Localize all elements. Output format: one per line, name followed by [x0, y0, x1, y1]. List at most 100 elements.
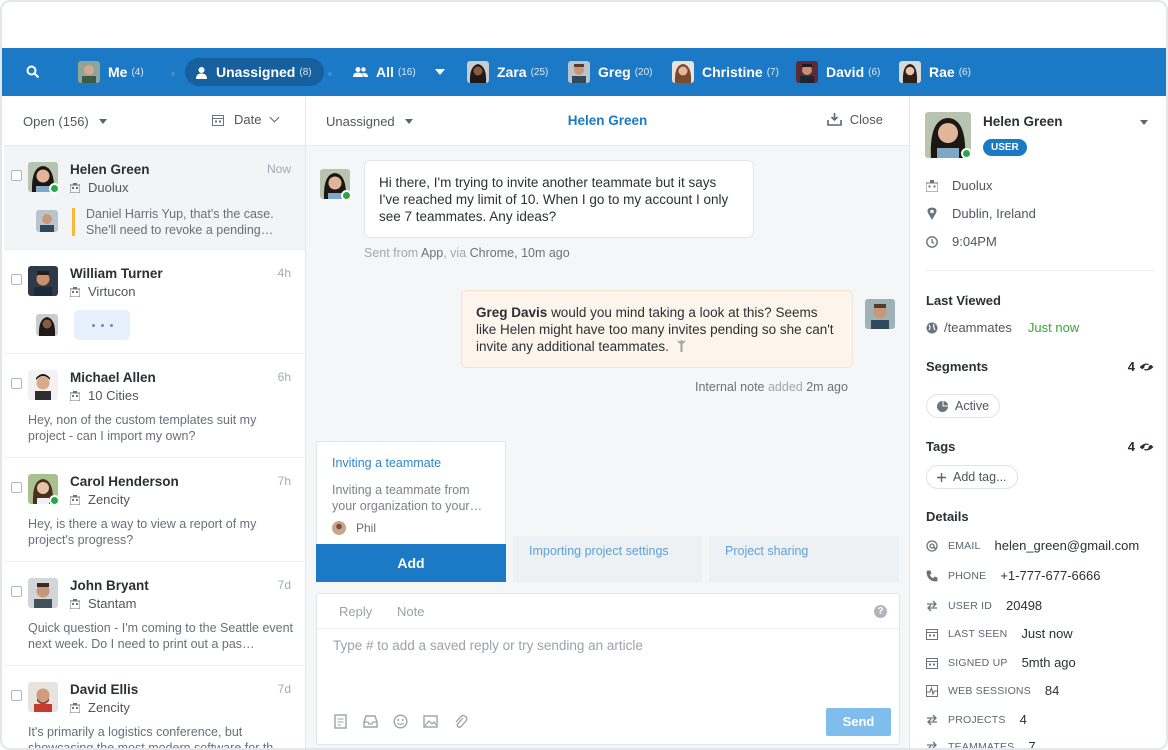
tab-note[interactable]: Note	[397, 604, 424, 619]
select-checkbox[interactable]	[11, 482, 22, 493]
select-checkbox[interactable]	[11, 274, 22, 285]
detail-value: 4	[1019, 712, 1027, 727]
building-icon	[926, 179, 938, 192]
globe-icon	[926, 322, 938, 333]
suggestion-body: Inviting a teammate from your organizati…	[332, 483, 483, 513]
user-profile-panel: Helen Green USER Duolux Dublin, Ireland …	[909, 96, 1166, 748]
segments-heading: Segments	[926, 359, 989, 374]
select-checkbox[interactable]	[11, 378, 22, 389]
tab-reply[interactable]: Reply	[339, 604, 372, 619]
nav-label: Me	[108, 64, 128, 80]
conversation-title[interactable]: Helen Green	[306, 113, 909, 128]
building-icon	[70, 286, 80, 297]
conversation-header: Unassigned Helen Green Close	[306, 96, 909, 146]
inbox-icon[interactable]	[363, 714, 378, 729]
reply-composer: Reply Note ? Send	[316, 593, 900, 745]
nav-unassigned[interactable]: Unassigned (8)	[185, 58, 324, 86]
divider	[926, 270, 1154, 271]
tags-count[interactable]: 4	[1128, 439, 1154, 454]
suggestion-title: Inviting a teammate	[332, 456, 442, 470]
nav-greg[interactable]: Greg (20)	[568, 58, 652, 86]
add-tag-button[interactable]: Add tag...	[926, 465, 1018, 489]
location-text: Dublin, Ireland	[952, 206, 1036, 221]
emoji-icon[interactable]	[393, 714, 408, 729]
conversation-item[interactable]: Carol Henderson 7h Zencity Hey, is there…	[4, 458, 305, 562]
swap-icon	[927, 741, 937, 748]
plus-icon	[937, 472, 946, 482]
send-button[interactable]: Send	[826, 708, 891, 736]
chevron-down-icon	[270, 112, 280, 123]
phone-icon	[926, 570, 938, 581]
segments-count[interactable]: 4	[1128, 359, 1154, 374]
search-icon[interactable]	[26, 65, 40, 79]
online-indicator	[961, 148, 972, 159]
article-suggestion-card[interactable]: Project sharing	[709, 536, 899, 582]
nav-all[interactable]: All (16)	[353, 58, 445, 86]
building-icon	[70, 182, 80, 193]
detail-label: WEB SESSIONS	[948, 684, 1031, 697]
company-name: 10 Cities	[88, 388, 139, 403]
last-viewed-page[interactable]: /teammates	[944, 320, 1012, 335]
conversation-item[interactable]: William Turner 4h Virtucon	[4, 250, 305, 354]
sort-dropdown[interactable]: Date	[212, 112, 280, 127]
nav-rae[interactable]: Rae (6)	[899, 58, 971, 86]
select-checkbox[interactable]	[11, 586, 22, 597]
detail-label: LAST SEEN	[948, 627, 1008, 640]
add-article-button[interactable]: Add	[316, 544, 506, 582]
attachment-icon[interactable]	[453, 714, 468, 729]
pie-chart-icon	[937, 400, 948, 412]
article-suggestion-card[interactable]: Importing project settings	[513, 536, 702, 582]
image-icon[interactable]	[423, 714, 438, 729]
avatar	[467, 61, 489, 83]
local-time-text: 9:04PM	[952, 234, 997, 249]
conversation-item[interactable]: John Bryant 7d Stantam Quick question - …	[4, 562, 305, 666]
author-name: Phil	[356, 521, 377, 535]
location-pin-icon	[927, 207, 937, 220]
separator-dot	[328, 72, 332, 76]
company-name: Zencity	[88, 492, 130, 507]
nav-christine[interactable]: Christine (7)	[672, 58, 779, 86]
nav-zara[interactable]: Zara (25)	[467, 58, 548, 86]
details-heading: Details	[926, 509, 969, 524]
conversation-item[interactable]: Michael Allen 6h 10 Cities Hey, non of t…	[4, 354, 305, 458]
select-checkbox[interactable]	[11, 170, 22, 181]
chevron-down-icon[interactable]	[434, 69, 445, 75]
status-filter-dropdown[interactable]: Open (156)	[23, 114, 107, 129]
meta-prefix: Sent from	[364, 246, 419, 260]
avatar	[28, 370, 58, 400]
timestamp: 7d	[277, 682, 291, 696]
saved-reply-icon[interactable]	[333, 714, 348, 729]
detail-value: 20498	[1006, 598, 1043, 613]
close-conversation-button[interactable]: Close	[826, 112, 883, 127]
help-icon[interactable]: ?	[874, 605, 887, 618]
window-chrome	[2, 2, 1166, 48]
segment-chip[interactable]: Active	[926, 394, 1001, 418]
building-icon	[70, 390, 80, 401]
building-icon	[70, 494, 80, 505]
reply-input[interactable]	[333, 638, 883, 698]
customer-message: Hi there, I'm trying to invite another t…	[364, 160, 754, 238]
company: Virtucon	[70, 284, 135, 299]
detail-signed-up: SIGNED UP 5mth ago	[926, 655, 1076, 670]
nav-david[interactable]: David (6)	[796, 58, 880, 86]
detail-label: USER ID	[948, 599, 992, 612]
nav-label: All	[376, 64, 394, 80]
conversation-item[interactable]: Helen Green Now Duolux Daniel Harris Yup…	[4, 146, 305, 250]
status-filter-label: Open (156)	[23, 114, 89, 129]
avatar	[899, 61, 921, 83]
conversation-item[interactable]: David Ellis 7d Zencity It's primarily a …	[4, 666, 305, 748]
team-icon	[353, 67, 368, 77]
reply-marker	[72, 208, 75, 236]
calendar-icon	[926, 628, 938, 640]
customer-avatar	[320, 169, 352, 201]
meta-via: , via	[443, 246, 467, 260]
wrench-icon	[677, 340, 686, 352]
nav-label: Zara	[497, 64, 527, 80]
nav-me[interactable]: Me (4)	[78, 58, 144, 86]
person-icon	[196, 66, 207, 79]
last-viewed-row: /teammates Just now	[926, 320, 1079, 335]
select-checkbox[interactable]	[11, 690, 22, 701]
article-suggestion-card[interactable]: Inviting a teammate Inviting a teammate …	[316, 441, 506, 545]
chevron-down-icon[interactable]	[1140, 120, 1148, 125]
note-meta: Internal note added 2m ago	[695, 380, 848, 394]
